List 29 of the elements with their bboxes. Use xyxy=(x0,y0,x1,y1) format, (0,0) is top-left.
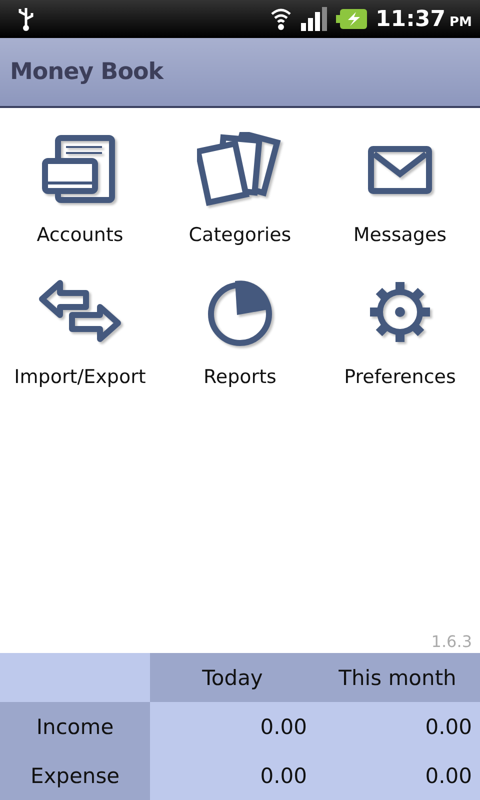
table-cell: 0.00 xyxy=(315,751,480,800)
clock-time: 11:37 xyxy=(376,6,446,32)
menu-item[interactable]: Accounts xyxy=(0,132,160,246)
menu-item[interactable]: Preferences xyxy=(320,274,480,388)
menu-label: Categories xyxy=(188,224,292,246)
documents-icon xyxy=(197,132,283,208)
signal-icon xyxy=(300,6,328,32)
row-header: Expense xyxy=(0,751,150,800)
menu-label: Import/Export xyxy=(14,366,146,388)
menu-item[interactable]: Import/Export xyxy=(0,274,160,388)
table-cell: 0.00 xyxy=(315,702,480,751)
menu-label: Reports xyxy=(204,366,276,388)
table-cell: 0.00 xyxy=(150,702,315,751)
clock-period: PM xyxy=(450,14,472,30)
version-number: 1.6.3 xyxy=(431,632,473,653)
column-header: This month xyxy=(315,653,480,702)
battery-charging-icon xyxy=(336,8,368,30)
menu-label: Messages xyxy=(353,224,447,246)
menu-label: Accounts xyxy=(36,224,124,246)
menu-item[interactable]: Categories xyxy=(160,132,320,246)
usb-icon xyxy=(16,6,36,32)
table-cell: 0.00 xyxy=(150,751,315,800)
column-header: Today xyxy=(150,653,315,702)
menu-item[interactable]: Reports xyxy=(160,274,320,388)
menu-label: Preferences xyxy=(344,366,456,388)
menu-item[interactable]: Messages xyxy=(320,132,480,246)
row-header: Income xyxy=(0,702,150,751)
app-title: Money Book xyxy=(10,59,164,85)
wifi-icon xyxy=(270,6,292,32)
